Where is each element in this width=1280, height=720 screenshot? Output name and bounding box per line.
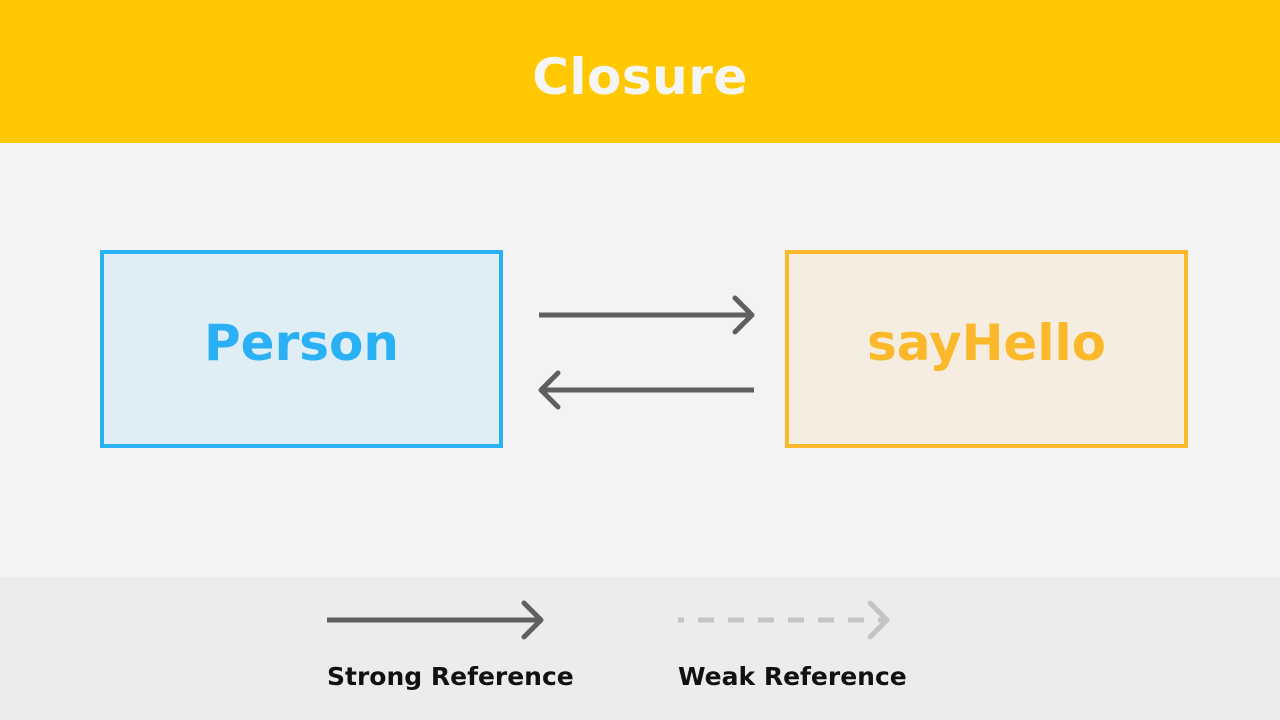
- strong-reference-label: Strong Reference: [327, 662, 574, 691]
- legend-arrows: [327, 600, 890, 640]
- strong-reference-arrow: [327, 600, 544, 640]
- edge-person-to-sayhello: [539, 295, 755, 335]
- weak-reference-label: Weak Reference: [678, 662, 907, 691]
- edge-sayhello-to-person: [538, 370, 754, 410]
- legend: Strong Reference Weak Reference: [0, 577, 1280, 720]
- weak-reference-arrow: [678, 600, 890, 640]
